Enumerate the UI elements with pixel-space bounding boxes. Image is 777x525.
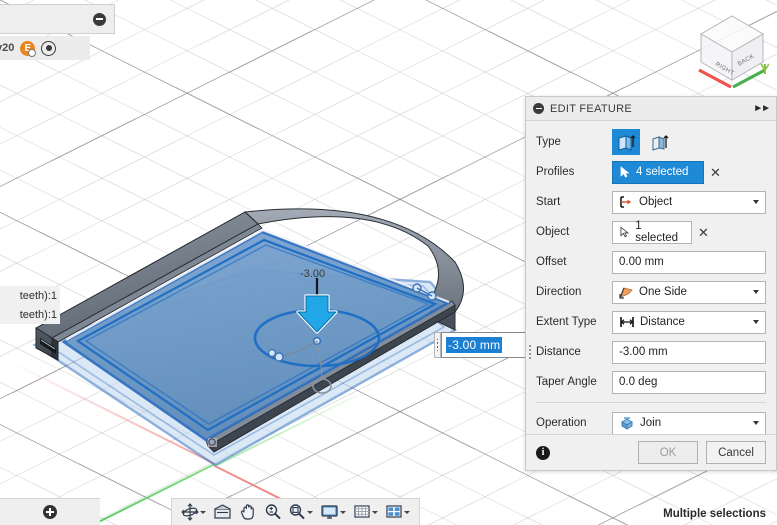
edit-feature-panel[interactable]: EDIT FEATURE ►► Type Profiles 4 selected… <box>525 96 777 471</box>
cancel-button[interactable]: Cancel <box>706 441 766 464</box>
double-chevron-right-icon[interactable]: ►► <box>753 103 771 114</box>
label-distance: Distance <box>536 346 581 358</box>
row-extent-type: Extent Type Distance <box>526 307 776 337</box>
row-direction: Direction One Side <box>526 277 776 307</box>
operation-dropdown[interactable]: Join <box>612 411 766 434</box>
direction-arrow-icon <box>619 286 634 299</box>
bottom-bar: Multiple selections <box>0 498 777 525</box>
row-profiles: Profiles 4 selected ✕ <box>526 157 776 187</box>
panel-title: EDIT FEATURE <box>550 102 633 115</box>
chevron-down-icon[interactable] <box>200 510 207 514</box>
pan-hand-icon[interactable] <box>239 503 257 521</box>
start-dropdown[interactable]: Object <box>612 190 766 214</box>
object-selection-value: 1 selected <box>635 220 679 244</box>
info-icon[interactable]: i <box>536 445 550 460</box>
distance-value: -3.00 mm <box>619 346 668 358</box>
browser-tree-item[interactable]: teeth):1 <box>0 286 60 305</box>
dimension-input[interactable]: -3.00 mm <box>441 332 531 358</box>
viewport-layout-icon[interactable] <box>385 503 410 521</box>
chevron-down-icon[interactable] <box>403 510 410 514</box>
panel-footer: i OK Cancel <box>526 434 776 470</box>
cursor-arrow-icon <box>620 226 630 238</box>
label-start: Start <box>536 196 561 208</box>
chevron-down-icon[interactable] <box>307 510 314 514</box>
row-taper-angle: Taper Angle 0.0 deg <box>526 367 776 397</box>
taper-angle-value: 0.0 deg <box>619 376 658 388</box>
dimension-label: -3.00 <box>300 268 326 280</box>
extent-type-dropdown[interactable]: Distance <box>612 310 766 334</box>
orbit-icon[interactable] <box>181 503 207 521</box>
navigation-toolbar[interactable] <box>171 498 420 525</box>
offset-input[interactable]: 0.00 mm <box>612 250 766 274</box>
profiles-selection-button[interactable]: 4 selected <box>612 160 704 184</box>
direction-dropdown[interactable]: One Side <box>612 280 766 304</box>
panel-header[interactable]: EDIT FEATURE ►► <box>526 97 776 121</box>
start-object-icon <box>619 196 634 208</box>
grid-snap-icon[interactable] <box>353 503 378 521</box>
operation-value: Join <box>640 417 662 429</box>
distance-measure-icon <box>619 316 635 328</box>
status-bar-text: Multiple selections <box>663 508 766 520</box>
distance-drag-grip[interactable] <box>528 345 532 359</box>
chevron-down-icon[interactable] <box>753 421 759 425</box>
row-start: Start Object <box>526 187 776 217</box>
label-offset: Offset <box>536 256 567 268</box>
extrude-surface-icon[interactable] <box>646 129 674 155</box>
panel-collapse-icon[interactable] <box>533 103 544 114</box>
account-badge-icon[interactable]: E <box>20 40 37 57</box>
panel-body: Type Profiles 4 selected ✕ Start Object … <box>526 121 776 434</box>
document-version-row[interactable]: v20 E <box>0 36 90 60</box>
label-object: Object <box>536 226 570 238</box>
distance-input[interactable]: -3.00 mm <box>612 340 766 364</box>
offset-value: 0.00 mm <box>619 256 664 268</box>
label-taper-angle: Taper Angle <box>536 376 597 388</box>
row-distance: Distance -3.00 mm <box>526 337 776 367</box>
fit-view-icon[interactable] <box>288 503 314 521</box>
taper-angle-input[interactable]: 0.0 deg <box>612 370 766 394</box>
label-type: Type <box>536 136 561 148</box>
row-type: Type <box>526 127 776 157</box>
label-profiles: Profiles <box>536 166 575 178</box>
join-operation-icon <box>619 416 635 430</box>
collapse-browser-icon[interactable] <box>93 12 106 26</box>
label-operation: Operation <box>536 417 587 429</box>
extent-type-value: Distance <box>640 316 685 328</box>
extrude-profile-icon[interactable] <box>612 129 640 155</box>
target-point-icon[interactable] <box>41 40 57 56</box>
cursor-arrow-icon <box>620 166 630 178</box>
dimension-input-grip[interactable] <box>434 332 441 358</box>
chevron-down-icon[interactable] <box>753 320 759 324</box>
object-selection-button[interactable]: 1 selected <box>612 220 692 244</box>
ok-button[interactable]: OK <box>638 441 698 464</box>
view-cube[interactable]: RIGHT BACK <box>695 8 770 89</box>
browser-tree-item[interactable]: teeth):1 <box>0 305 60 324</box>
label-extent-type: Extent Type <box>536 316 597 328</box>
clear-profiles-icon[interactable]: ✕ <box>710 166 721 179</box>
row-offset: Offset 0.00 mm <box>526 247 776 277</box>
profiles-selection-value: 4 selected <box>636 166 689 178</box>
chevron-down-icon[interactable] <box>340 510 347 514</box>
clear-object-icon[interactable]: ✕ <box>698 226 709 239</box>
row-operation: Operation Join <box>526 408 776 434</box>
add-icon[interactable] <box>43 505 57 519</box>
timeline-add-area[interactable] <box>0 498 100 525</box>
version-label: v20 <box>0 42 15 54</box>
browser-panel-stub[interactable] <box>0 4 115 34</box>
dimension-input-value[interactable]: -3.00 mm <box>446 337 503 353</box>
zoom-icon[interactable] <box>264 503 282 521</box>
label-direction: Direction <box>536 286 582 298</box>
chevron-down-icon[interactable] <box>753 290 759 294</box>
direction-value: One Side <box>639 286 687 298</box>
start-value: Object <box>639 196 673 208</box>
row-object: Object 1 selected ✕ <box>526 217 776 247</box>
chevron-down-icon[interactable] <box>753 200 759 204</box>
display-mode-icon[interactable] <box>320 503 347 521</box>
look-at-icon[interactable] <box>213 503 232 521</box>
panel-divider <box>536 402 766 403</box>
chevron-down-icon[interactable] <box>371 510 378 514</box>
